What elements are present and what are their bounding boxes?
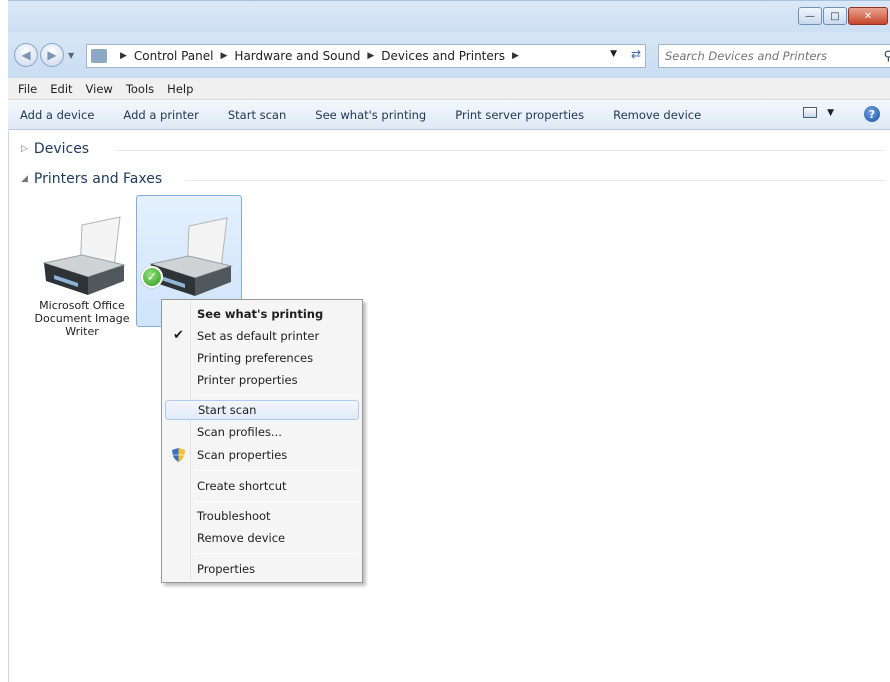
breadcrumb-arrow-icon[interactable]: ▶	[221, 51, 228, 61]
menu-separator	[194, 395, 359, 396]
menu-separator	[194, 553, 359, 554]
menu-item-see-whats-printing[interactable]: See what's printing	[165, 304, 359, 324]
menu-tools[interactable]: Tools	[126, 82, 154, 96]
menu-file[interactable]: File	[18, 82, 37, 96]
breadcrumb-arrow-icon[interactable]: ▶	[120, 51, 127, 61]
remove-device-button[interactable]: Remove device	[613, 108, 701, 122]
search-input[interactable]	[665, 49, 865, 63]
group-header-devices[interactable]: ▷ Devices	[21, 141, 89, 157]
group-divider	[115, 150, 885, 151]
menu-item-label: Create shortcut	[197, 479, 287, 493]
menu-item-label: Start scan	[198, 403, 257, 417]
back-button[interactable]: ◀	[14, 43, 38, 67]
printer-icon	[42, 216, 126, 295]
menu-item-label: See what's printing	[197, 307, 324, 321]
minimize-button[interactable]: —	[798, 7, 822, 25]
search-icon[interactable]: ⚲	[883, 49, 890, 64]
menu-bar: File Edit View Tools Help	[8, 78, 890, 100]
menu-item-scan-properties[interactable]: Scan properties	[165, 445, 359, 465]
group-header-printers[interactable]: ◢ Printers and Faxes	[21, 171, 162, 187]
address-row: ◀ ▶ ▼ ▶ Control Panel ▶ Hardware and Sou…	[8, 32, 890, 78]
menu-item-create-shortcut[interactable]: Create shortcut	[165, 476, 359, 496]
menu-item-set-as-default-printer[interactable]: ✔ Set as default printer	[165, 326, 359, 346]
menu-item-printer-properties[interactable]: Printer properties	[165, 370, 359, 390]
collapse-arrow-icon[interactable]: ◢	[21, 174, 28, 184]
command-bar: Add a device Add a printer Start scan Se…	[8, 100, 890, 130]
menu-item-scan-profiles[interactable]: Scan profiles...	[165, 422, 359, 442]
menu-item-properties[interactable]: Properties	[165, 559, 359, 579]
change-view-button[interactable]: ▼	[803, 107, 834, 118]
menu-view[interactable]: View	[86, 82, 113, 96]
print-server-properties-button[interactable]: Print server properties	[455, 108, 584, 122]
add-device-button[interactable]: Add a device	[20, 108, 94, 122]
menu-item-label: Scan profiles...	[197, 425, 282, 439]
checkmark-icon: ✔	[173, 328, 184, 343]
menu-item-label: Scan properties	[197, 448, 288, 462]
group-title-printers: Printers and Faxes	[33, 171, 163, 187]
menu-item-start-scan[interactable]: Start scan	[165, 400, 359, 420]
breadcrumb-arrow-icon[interactable]: ▶	[367, 51, 374, 61]
address-dropdown-icon[interactable]: ▼	[610, 49, 617, 59]
expand-arrow-icon[interactable]: ▷	[21, 144, 28, 154]
control-panel-icon	[91, 49, 107, 63]
device-ms-office-document-image-writer[interactable]: Microsoft Office Document Image Writer	[29, 195, 135, 338]
breadcrumb-devices-and-printers[interactable]: Devices and Printers	[381, 49, 505, 63]
refresh-icon[interactable]: ⇄	[631, 47, 641, 61]
menu-item-label: Troubleshoot	[197, 509, 271, 523]
add-printer-button[interactable]: Add a printer	[123, 108, 198, 122]
menu-item-label: Printer properties	[197, 373, 298, 387]
printer-icon	[149, 217, 233, 296]
menu-separator	[194, 470, 359, 471]
context-menu: See what's printing ✔ Set as default pri…	[161, 299, 363, 583]
chevron-down-icon: ▼	[827, 107, 834, 118]
menu-help[interactable]: Help	[167, 82, 193, 96]
navigation-buttons: ◀ ▶ ▼	[14, 43, 74, 67]
recent-pages-dropdown-icon[interactable]: ▼	[68, 51, 74, 60]
maximize-button[interactable]: □	[823, 7, 847, 25]
default-printer-check-icon: ✓	[141, 266, 163, 288]
see-whats-printing-button[interactable]: See what's printing	[315, 108, 426, 122]
menu-item-label: Remove device	[197, 531, 286, 545]
menu-item-label: Properties	[197, 562, 256, 576]
address-bar[interactable]: ▶ Control Panel ▶ Hardware and Sound ▶ D…	[86, 44, 646, 68]
menu-item-printing-preferences[interactable]: Printing preferences	[165, 348, 359, 368]
device-label: Microsoft Office Document Image Writer	[34, 299, 130, 338]
start-scan-button[interactable]: Start scan	[228, 108, 286, 122]
devices-content-pane: ▷ Devices ◢ Printers and Faxes Microsoft…	[8, 131, 890, 682]
menu-edit[interactable]: Edit	[50, 82, 72, 96]
menu-item-label: Set as default printer	[197, 329, 320, 343]
caption-buttons: — □ ✕	[797, 7, 888, 25]
menu-item-label: Printing preferences	[197, 351, 314, 365]
breadcrumb-control-panel[interactable]: Control Panel	[134, 49, 214, 63]
help-icon[interactable]: ?	[864, 106, 880, 122]
views-icon	[803, 107, 818, 118]
menu-separator	[194, 501, 359, 502]
group-title-devices: Devices	[33, 141, 90, 157]
menu-item-troubleshoot[interactable]: Troubleshoot	[165, 506, 359, 526]
shield-icon	[172, 448, 185, 462]
breadcrumb-hardware-and-sound[interactable]: Hardware and Sound	[234, 49, 360, 63]
group-divider	[185, 180, 885, 181]
forward-button[interactable]: ▶	[40, 43, 64, 67]
menu-item-remove-device[interactable]: Remove device	[165, 528, 359, 548]
close-button[interactable]: ✕	[848, 7, 888, 25]
search-box[interactable]: ⚲	[658, 44, 890, 68]
breadcrumb-arrow-icon[interactable]: ▶	[512, 51, 519, 61]
